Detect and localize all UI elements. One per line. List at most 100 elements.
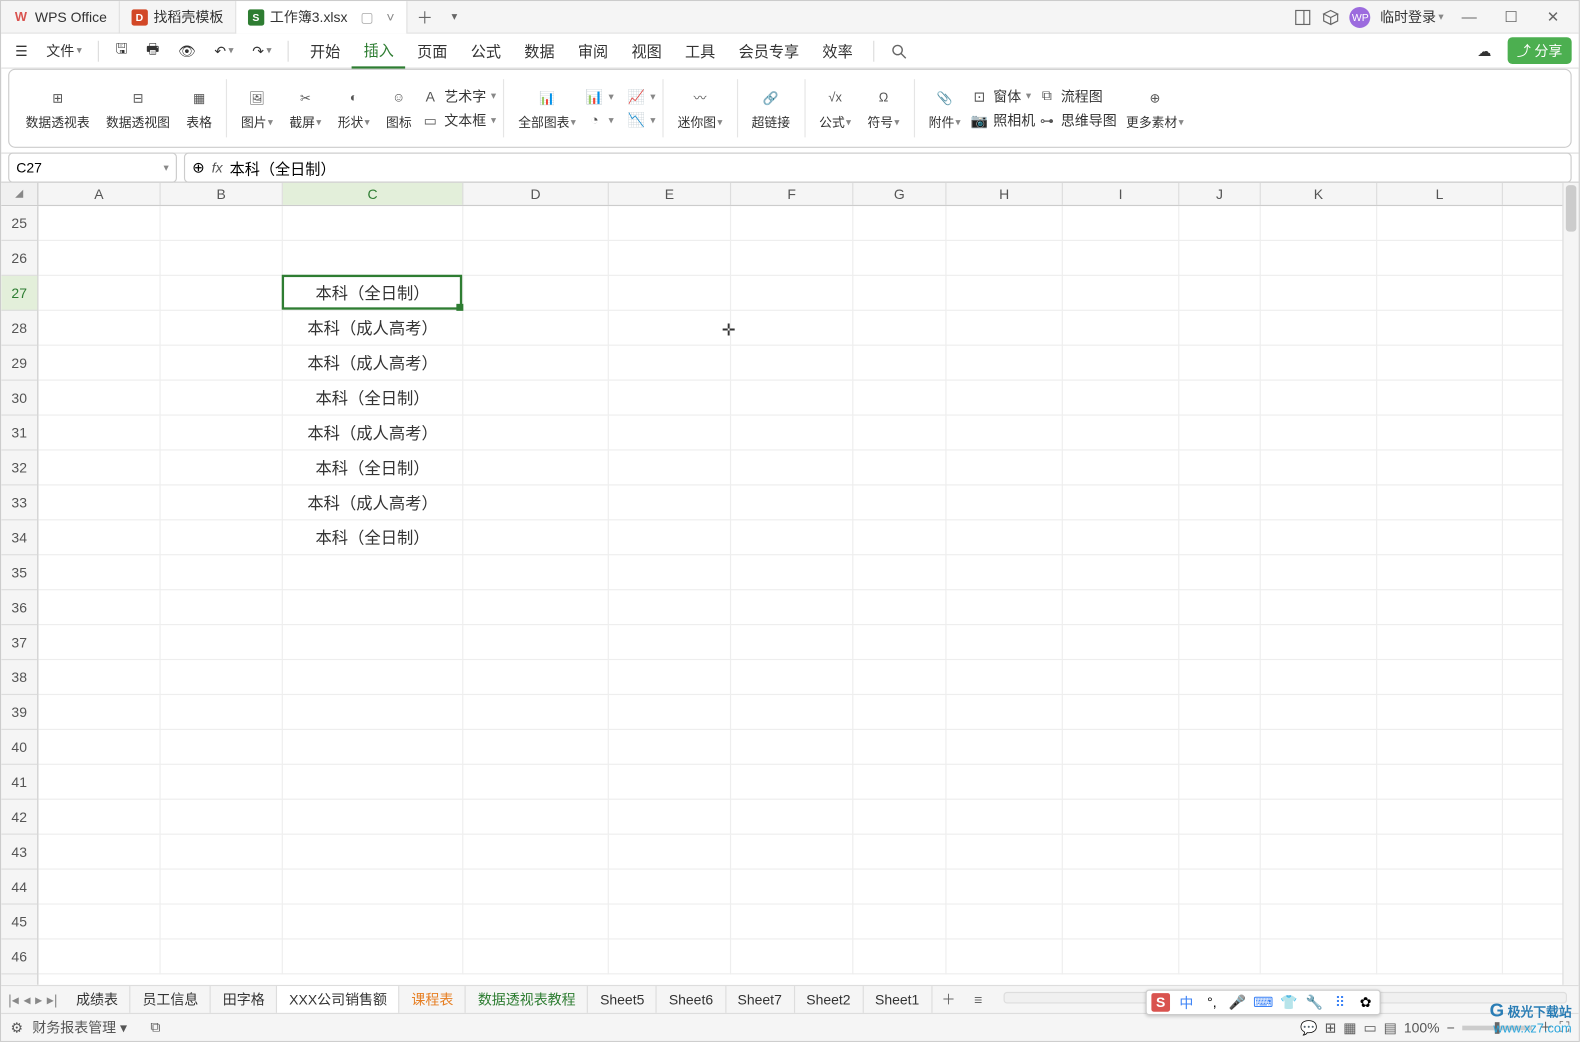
row-header[interactable]: 40 (1, 730, 37, 765)
cell[interactable] (1179, 870, 1260, 905)
cell[interactable] (731, 800, 853, 835)
cell[interactable] (1377, 381, 1503, 416)
cell[interactable] (1377, 485, 1503, 520)
cell[interactable] (1179, 206, 1260, 241)
cell[interactable] (609, 416, 731, 451)
cell[interactable] (1377, 905, 1503, 940)
cell[interactable] (609, 660, 731, 695)
cell[interactable]: 本科（成人高考） (283, 485, 463, 520)
cell[interactable] (946, 485, 1062, 520)
cell[interactable] (1063, 311, 1179, 346)
cell[interactable] (38, 660, 160, 695)
chart-bar-icon[interactable]: 📊▾ 📈▾ (585, 87, 655, 106)
cell[interactable] (731, 241, 853, 276)
cell[interactable] (1179, 590, 1260, 625)
cell[interactable] (1261, 346, 1377, 381)
cell[interactable] (283, 625, 463, 660)
cell[interactable] (1377, 555, 1503, 590)
cell[interactable] (463, 590, 609, 625)
cell[interactable] (609, 276, 731, 311)
view-comment-icon[interactable]: 💬 (1300, 1019, 1317, 1035)
cell[interactable] (1179, 730, 1260, 765)
cell[interactable] (161, 206, 283, 241)
cell[interactable] (38, 765, 160, 800)
preview-icon[interactable]: 👁 (171, 40, 203, 61)
cell[interactable] (1063, 870, 1179, 905)
cell[interactable] (946, 520, 1062, 555)
chart-pie-icon[interactable]: ◔▾ 📉▾ (585, 111, 655, 130)
user-avatar-icon[interactable]: WP (1350, 6, 1371, 27)
cell[interactable] (1063, 765, 1179, 800)
cell[interactable] (161, 625, 283, 660)
view-grid-icon[interactable]: ⊞ (1325, 1019, 1337, 1035)
formula-bar[interactable]: ⊕ fx 本科（全日制） (184, 153, 1572, 183)
cell[interactable] (38, 695, 160, 730)
cell[interactable] (853, 800, 946, 835)
cell[interactable] (161, 311, 283, 346)
cell[interactable] (1063, 800, 1179, 835)
cell[interactable] (1377, 590, 1503, 625)
sparkline-button[interactable]: 〰迷你图▾ (671, 83, 730, 134)
cell[interactable] (1063, 381, 1179, 416)
cell[interactable] (609, 800, 731, 835)
cell[interactable]: 本科（全日制） (283, 451, 463, 486)
menu-tab-数据[interactable]: 数据 (513, 33, 567, 68)
attachment-button[interactable]: 📎附件▾ (922, 83, 968, 134)
row-header[interactable]: 39 (1, 695, 37, 730)
sheet-tab[interactable]: Sheet5 (588, 985, 657, 1013)
cell[interactable] (1261, 206, 1377, 241)
fx-icon[interactable]: fx (212, 159, 223, 175)
cell[interactable] (731, 870, 853, 905)
cell[interactable] (609, 381, 731, 416)
cell[interactable] (1063, 905, 1179, 940)
cell[interactable] (1063, 416, 1179, 451)
cell[interactable] (463, 730, 609, 765)
cell[interactable] (38, 311, 160, 346)
cell[interactable] (853, 416, 946, 451)
cell[interactable] (463, 206, 609, 241)
cell[interactable] (1063, 835, 1179, 870)
cell[interactable] (463, 555, 609, 590)
cell[interactable] (283, 870, 463, 905)
cell[interactable] (609, 241, 731, 276)
cell[interactable] (1063, 730, 1179, 765)
cell[interactable] (1377, 311, 1503, 346)
cell[interactable]: 本科（成人高考） (283, 311, 463, 346)
cell[interactable] (1377, 835, 1503, 870)
cell[interactable] (853, 940, 946, 975)
view-page-icon[interactable]: ▭ (1363, 1019, 1376, 1035)
file-menu[interactable]: 文件▾ (39, 38, 89, 62)
picture-button[interactable]: 🖼图片▾ (234, 83, 280, 134)
cell[interactable] (38, 870, 160, 905)
cell[interactable] (463, 451, 609, 486)
cell[interactable] (1179, 765, 1260, 800)
sheet-tab[interactable]: Sheet2 (795, 985, 864, 1013)
column-header[interactable]: G (853, 183, 946, 205)
cell[interactable] (731, 660, 853, 695)
cell[interactable] (1063, 695, 1179, 730)
cell[interactable] (161, 905, 283, 940)
table-button[interactable]: ▦表格 (179, 83, 219, 134)
column-header[interactable]: E (609, 183, 731, 205)
sheet-tab[interactable]: XXX公司销售额 (278, 985, 400, 1013)
cell[interactable] (463, 800, 609, 835)
menu-tab-页面[interactable]: 页面 (406, 33, 460, 68)
cell[interactable] (609, 555, 731, 590)
cell[interactable] (1179, 451, 1260, 486)
print-icon[interactable]: 🖶 (139, 36, 166, 65)
cell[interactable] (946, 660, 1062, 695)
cell[interactable] (1261, 241, 1377, 276)
cell[interactable] (1179, 311, 1260, 346)
cell[interactable] (38, 730, 160, 765)
ime-grid-icon[interactable]: ⠿ (1331, 993, 1350, 1012)
sheet-tab[interactable]: 数据透视表教程 (466, 985, 588, 1013)
cell[interactable] (946, 276, 1062, 311)
cell[interactable] (38, 451, 160, 486)
cell[interactable] (38, 940, 160, 975)
cell[interactable] (283, 765, 463, 800)
cell[interactable] (38, 800, 160, 835)
cell[interactable] (38, 905, 160, 940)
sheet-tab[interactable]: Sheet1 (863, 985, 932, 1013)
cell[interactable] (1261, 276, 1377, 311)
cell[interactable] (463, 940, 609, 975)
